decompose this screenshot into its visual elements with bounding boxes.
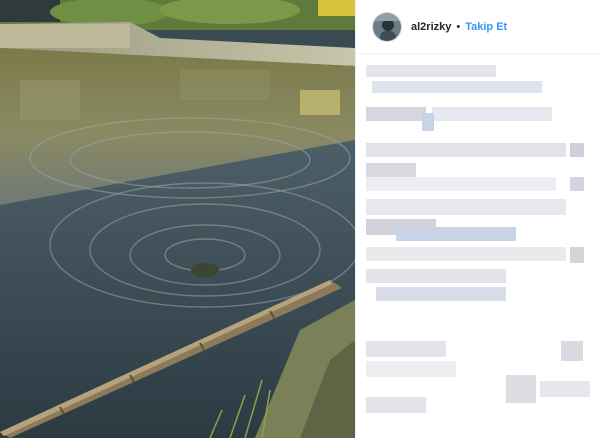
blurred-text-block — [376, 287, 506, 301]
blurred-text-block — [540, 381, 590, 397]
blurred-text-block — [570, 247, 584, 263]
blurred-text-block — [366, 107, 426, 121]
blurred-text-block — [366, 397, 426, 413]
blurred-text-block — [366, 177, 556, 191]
blurred-text-block — [422, 113, 434, 131]
blurred-text-block — [366, 341, 446, 357]
blurred-text-block — [570, 177, 584, 191]
blurred-text-block — [366, 65, 496, 77]
blurred-text-block — [570, 143, 584, 157]
post-media[interactable] — [0, 0, 355, 438]
username-link[interactable]: al2rizky — [411, 21, 451, 33]
separator-dot: • — [456, 20, 461, 33]
blurred-text-block — [366, 163, 416, 177]
post-container: al2rizky • Takip Et — [0, 0, 600, 438]
avatar[interactable] — [372, 11, 402, 42]
pond-scene — [0, 0, 355, 438]
blurred-text-block — [372, 81, 542, 93]
post-header: al2rizky • Takip Et — [356, 0, 600, 54]
avatar-image — [373, 12, 401, 41]
blurred-text-block — [432, 107, 552, 121]
blurred-text-block — [366, 269, 506, 283]
blurred-text-block — [561, 341, 583, 361]
blurred-text-block — [366, 247, 566, 261]
post-side-panel: al2rizky • Takip Et — [355, 0, 600, 438]
comments-area-obscured — [356, 55, 600, 438]
follow-button[interactable]: Takip Et — [465, 21, 507, 33]
blurred-text-block — [506, 375, 536, 403]
blurred-text-block — [396, 227, 516, 241]
blurred-text-block — [366, 199, 566, 215]
blurred-text-block — [366, 143, 566, 157]
blurred-text-block — [366, 361, 456, 377]
